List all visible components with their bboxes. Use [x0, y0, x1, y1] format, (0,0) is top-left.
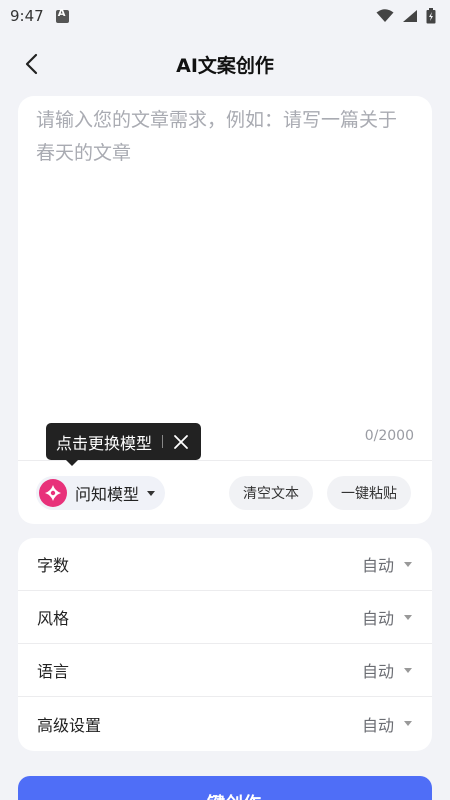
paste-button[interactable]: 一键粘贴 — [327, 476, 411, 510]
caret-down-icon — [404, 667, 412, 673]
page-title: AI文案创作 — [176, 54, 274, 77]
setting-label: 风格 — [37, 609, 70, 628]
char-count: 0/2000 — [364, 428, 414, 444]
caret-down-icon — [404, 561, 412, 567]
caret-down-icon — [404, 721, 412, 726]
back-arrow-icon — [25, 53, 38, 75]
back-button[interactable] — [18, 50, 46, 78]
signal-icon — [403, 10, 417, 22]
setting-label: 语言 — [37, 662, 70, 681]
setting-value-selector: 自动 — [362, 658, 412, 682]
setting-row-word-count[interactable]: 字数 自动 — [18, 538, 432, 591]
status-left: 9:47 — [10, 7, 69, 25]
tooltip-close-button[interactable] — [173, 434, 189, 450]
battery-icon — [426, 8, 436, 24]
setting-value-selector: 自动 — [362, 605, 412, 629]
status-bar: 9:47 — [0, 0, 450, 32]
caret-down-icon — [147, 490, 156, 496]
article-request-input[interactable]: 请输入您的文章需求，例如：请写一篇关于春天的文章 — [36, 104, 406, 170]
status-right — [376, 8, 436, 24]
tooltip-text: 点击更换模型 — [56, 433, 153, 453]
create-button[interactable]: 一键创作 — [18, 776, 432, 800]
setting-value: 自动 — [361, 715, 394, 735]
close-icon — [174, 434, 188, 449]
setting-row-advanced[interactable]: 高级设置 自动 — [18, 697, 432, 750]
model-name: 问知模型 — [75, 485, 140, 504]
status-time: 9:47 — [10, 7, 44, 25]
setting-value-selector: 自动 — [362, 712, 412, 736]
setting-value: 自动 — [361, 609, 394, 628]
setting-value-selector: 自动 — [362, 552, 412, 576]
setting-row-language[interactable]: 语言 自动 — [18, 644, 432, 697]
setting-value: 自动 — [361, 662, 394, 681]
setting-value: 自动 — [361, 556, 394, 575]
wifi-icon — [376, 9, 394, 22]
tooltip-separator — [162, 435, 164, 448]
caret-down-icon — [404, 614, 412, 620]
setting-label: 高级设置 — [37, 715, 102, 735]
change-model-tooltip: 点击更换模型 — [46, 423, 202, 466]
divider — [18, 460, 432, 461]
setting-label: 字数 — [37, 556, 70, 575]
setting-row-style[interactable]: 风格 自动 — [18, 591, 432, 644]
model-selector[interactable]: 问知模型 — [36, 476, 166, 510]
clear-text-button[interactable]: 清空文本 — [229, 476, 313, 510]
settings-card: 字数 自动 风格 自动 语言 自动 高级设置 自动 — [18, 538, 432, 751]
header: AI文案创作 — [0, 32, 450, 96]
model-logo-icon — [39, 479, 67, 507]
notification-a-icon — [55, 8, 69, 23]
